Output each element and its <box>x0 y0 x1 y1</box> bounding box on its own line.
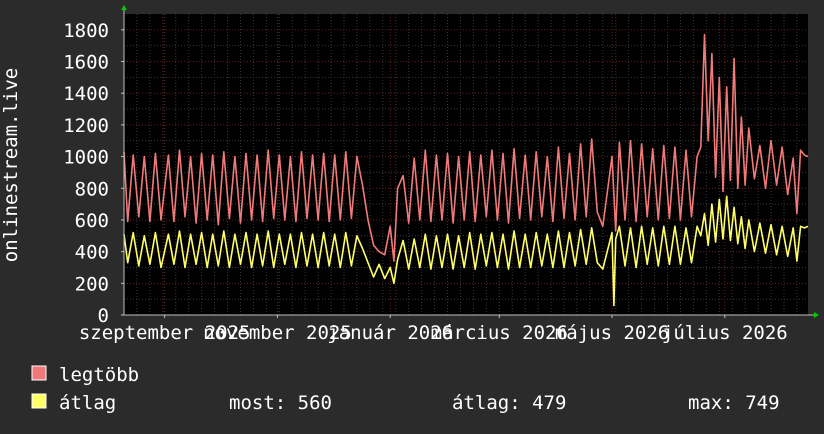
line-chart: 020040060080010001200140016001800 szepte… <box>0 0 824 430</box>
legend-label-max: legtöbb <box>59 364 139 386</box>
y-tick-label: 1000 <box>63 147 109 169</box>
y-tick-label: 1600 <box>63 52 109 74</box>
y-tick-label: 1200 <box>63 115 109 137</box>
y-tick-label: 600 <box>75 210 109 232</box>
y-axis-title: onlinestream.live <box>0 68 22 262</box>
x-tick-label: március 2026 <box>431 322 568 344</box>
legend-swatch-avg <box>31 393 47 409</box>
x-tick-label: július 2026 <box>662 322 788 344</box>
y-tick-label: 1800 <box>63 20 109 42</box>
x-tick-labels: szeptember 2025november 2025január 2026m… <box>79 322 788 344</box>
x-tick-label: május 2026 <box>555 322 669 344</box>
y-tick-label: 200 <box>75 273 109 295</box>
stat-now: most: 560 <box>229 392 332 414</box>
y-tick-label: 1400 <box>63 83 109 105</box>
y-tick-label: 400 <box>75 242 109 264</box>
y-tick-label: 800 <box>75 178 109 200</box>
legend-swatch-max <box>31 365 47 381</box>
stat-max: max: 749 <box>688 392 780 414</box>
stat-avg: átlag: 479 <box>452 392 566 414</box>
legend-label-avg: átlag <box>59 392 116 414</box>
chart-root: 0 200 400 600 800 1000 1200 1400 1600 1800 szepte… <box>0 0 824 430</box>
